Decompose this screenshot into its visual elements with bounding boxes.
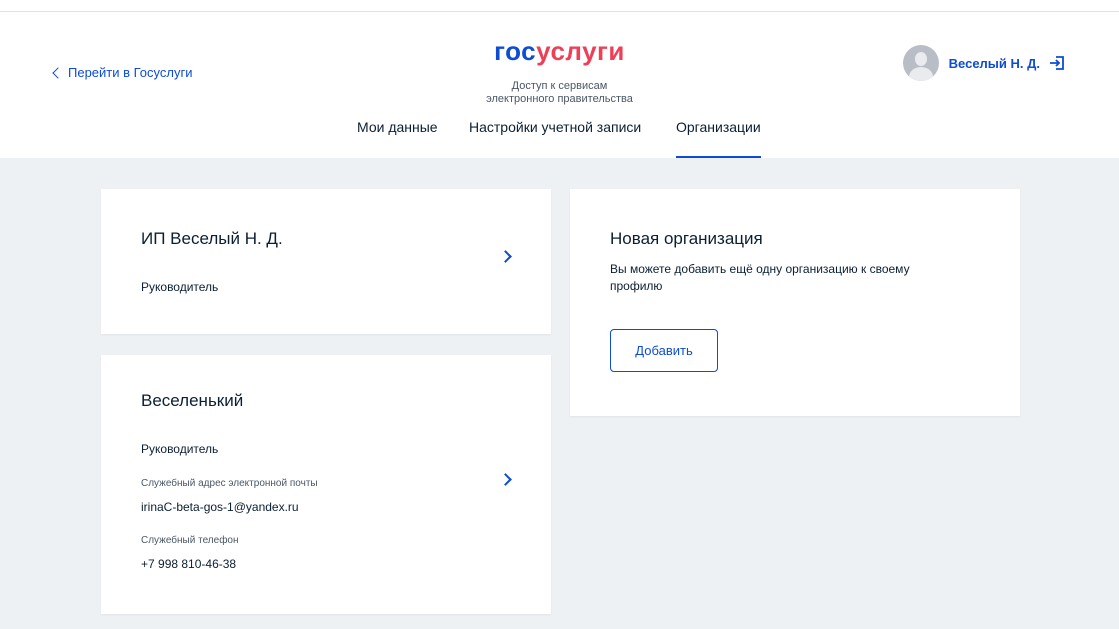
tab-my-data[interactable]: Мои данные (357, 119, 438, 158)
new-org-description: Вы можете добавить ещё одну организацию … (610, 262, 910, 293)
org-role: Руководитель (141, 442, 219, 456)
phone-label: Служебный телефон (141, 535, 239, 546)
logo-part-uslugi: услуги (536, 36, 625, 66)
chevron-left-icon (52, 67, 64, 79)
logo-part-gos: гос (494, 36, 537, 66)
subtitle-line-2: электронного правительства (486, 93, 633, 105)
tab-organizations[interactable]: Организации (676, 119, 761, 158)
org-name: Веселенький (141, 391, 244, 410)
user-menu: Веселый Н. Д. (902, 45, 1065, 81)
main-content: ИП Веселый Н. Д. Руководитель Веселеньки… (0, 158, 1119, 629)
tab-label: Настройки учетной записи (469, 119, 642, 135)
add-organization-button[interactable]: Добавить (610, 329, 718, 372)
logo-subtitle: Доступ к сервисам электронного правитель… (0, 80, 1119, 106)
new-org-card: Новая организация Вы можете добавить ещё… (570, 189, 1020, 416)
phone-value: +7 998 810-46-38 (141, 557, 237, 571)
back-link-label: Перейти в Госуслуги (68, 65, 193, 80)
user-avatar-icon[interactable] (902, 45, 939, 81)
email-value: irinaC-beta-gos-1@yandex.ru (141, 500, 299, 514)
org-role: Руководитель (141, 280, 219, 294)
logout-icon[interactable] (1049, 55, 1065, 71)
back-to-gosuslugi-link[interactable]: Перейти в Госуслуги (52, 65, 193, 80)
new-org-title: Новая организация (610, 229, 763, 248)
tab-label: Мои данные (357, 119, 438, 135)
chevron-right-icon[interactable] (499, 250, 512, 263)
chevron-right-icon[interactable] (499, 473, 512, 486)
tab-label: Организации (676, 119, 761, 135)
org-card-veselenkiy[interactable]: Веселенький Руководитель Служебный адрес… (101, 355, 551, 614)
tab-account-settings[interactable]: Настройки учетной записи (469, 119, 641, 158)
email-label: Служебный адрес электронной почты (141, 478, 318, 489)
subtitle-line-1: Доступ к сервисам (511, 80, 608, 92)
tab-bar: Мои данные Настройки учетной записи Орга… (0, 119, 1119, 158)
org-card-ip[interactable]: ИП Веселый Н. Д. Руководитель (101, 189, 551, 334)
org-name: ИП Веселый Н. Д. (141, 229, 283, 248)
user-name[interactable]: Веселый Н. Д. (949, 56, 1040, 71)
